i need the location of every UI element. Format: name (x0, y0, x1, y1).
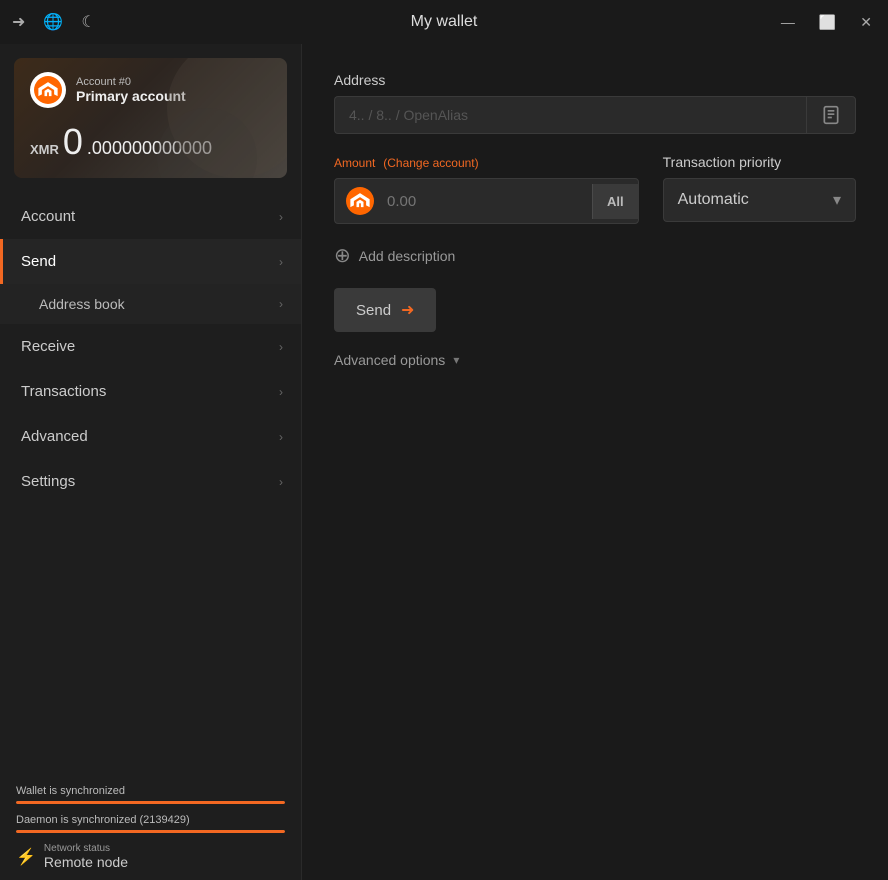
monero-amount-logo (343, 184, 377, 218)
add-description-label: Add description (359, 248, 456, 264)
amount-column: Amount (Change account) All (334, 154, 639, 224)
priority-dropdown[interactable]: Automatic ▾ (663, 178, 856, 222)
daemon-sync-bar-fill (16, 830, 285, 833)
change-account-label[interactable]: (Change account) (383, 156, 478, 170)
all-button[interactable]: All (592, 184, 638, 219)
sidebar-item-transactions-label: Transactions (21, 383, 106, 400)
amount-input-row: All (334, 178, 639, 224)
chevron-right-icon: › (279, 255, 283, 269)
sidebar-item-advanced[interactable]: Advanced › (0, 414, 301, 459)
plus-circle-icon: ⊕ (334, 246, 351, 266)
wallet-sync-bar-fill (16, 801, 285, 804)
balance-decimal: .000000000000 (87, 138, 212, 159)
balance-integer: 0 (63, 124, 83, 160)
sidebar-item-receive-label: Receive (21, 338, 75, 355)
chevron-right-icon: › (279, 297, 283, 311)
main-layout: Account #0 Primary account XMR 0 .000000… (0, 44, 888, 880)
sidebar-item-account[interactable]: Account › (0, 194, 301, 239)
sidebar-item-receive[interactable]: Receive › (0, 324, 301, 369)
send-arrow-icon: ➜ (401, 300, 414, 320)
send-button-label: Send (356, 302, 391, 319)
network-status-label: Network status (44, 843, 128, 854)
sidebar-item-account-label: Account (21, 208, 75, 225)
advanced-options-label: Advanced options (334, 352, 445, 368)
sidebar-item-send-label: Send (21, 253, 56, 270)
chevron-right-icon: › (279, 430, 283, 444)
network-status: ⚡ Network status Remote node (16, 843, 285, 870)
send-button[interactable]: Send ➜ (334, 288, 436, 332)
sidebar-item-advanced-label: Advanced (21, 428, 88, 445)
address-label: Address (334, 72, 856, 88)
chevron-right-icon: › (279, 475, 283, 489)
amount-priority-row: Amount (Change account) All (334, 154, 856, 224)
content-area: Address Amount (Change account) (302, 44, 888, 880)
chevron-right-icon: › (279, 210, 283, 224)
account-info: Account #0 Primary account (76, 76, 186, 104)
daemon-sync-bar (16, 830, 285, 833)
chevron-right-icon: › (279, 385, 283, 399)
close-button[interactable]: ✕ (856, 10, 876, 35)
minimize-button[interactable]: — (777, 10, 799, 34)
sidebar-item-settings-label: Settings (21, 473, 75, 490)
balance-currency: XMR (30, 142, 59, 157)
arrow-icon[interactable]: ➜ (12, 12, 25, 32)
maximize-button[interactable]: ⬜ (815, 10, 840, 35)
account-name: Primary account (76, 88, 186, 104)
sidebar-item-address-book-label: Address book (39, 296, 125, 312)
account-header: Account #0 Primary account (30, 72, 271, 108)
wallet-sync-bar (16, 801, 285, 804)
amount-label: Amount (Change account) (334, 154, 639, 170)
sync-area: Wallet is synchronized Daemon is synchro… (0, 771, 301, 880)
network-info: Network status Remote node (44, 843, 128, 870)
sidebar-item-send[interactable]: Send › (0, 239, 301, 284)
sidebar: Account #0 Primary account XMR 0 .000000… (0, 44, 302, 880)
monero-logo (30, 72, 66, 108)
address-input[interactable] (334, 96, 806, 134)
priority-column: Transaction priority Automatic ▾ (663, 154, 856, 222)
globe-icon[interactable]: 🌐 (43, 12, 63, 32)
priority-value: Automatic (678, 191, 749, 209)
balance-row: XMR 0 .000000000000 (30, 124, 271, 160)
network-status-value: Remote node (44, 854, 128, 870)
chevron-down-icon: ▾ (833, 190, 841, 210)
account-number: Account #0 (76, 76, 186, 88)
wallet-sync-label: Wallet is synchronized (16, 785, 285, 797)
sidebar-item-address-book[interactable]: Address book › (0, 284, 301, 324)
advanced-options-row[interactable]: Advanced options ▾ (334, 352, 856, 368)
account-card[interactable]: Account #0 Primary account XMR 0 .000000… (14, 58, 287, 178)
bolt-icon: ⚡ (16, 847, 36, 867)
sidebar-item-transactions[interactable]: Transactions › (0, 369, 301, 414)
amount-input[interactable] (381, 183, 592, 220)
chevron-down-icon: ▾ (453, 353, 459, 367)
titlebar-left-icons: ➜ 🌐 ☾ (12, 12, 96, 32)
sidebar-item-settings[interactable]: Settings › (0, 459, 301, 504)
moon-icon[interactable]: ☾ (81, 12, 95, 32)
titlebar: ➜ 🌐 ☾ My wallet — ⬜ ✕ (0, 0, 888, 44)
add-description-row[interactable]: ⊕ Add description (334, 246, 856, 266)
address-book-button[interactable] (806, 96, 856, 134)
address-input-row (334, 96, 856, 134)
window-title: My wallet (411, 13, 478, 31)
daemon-sync-label: Daemon is synchronized (2139429) (16, 814, 285, 826)
titlebar-controls: — ⬜ ✕ (777, 10, 876, 35)
priority-label: Transaction priority (663, 154, 856, 170)
chevron-right-icon: › (279, 340, 283, 354)
